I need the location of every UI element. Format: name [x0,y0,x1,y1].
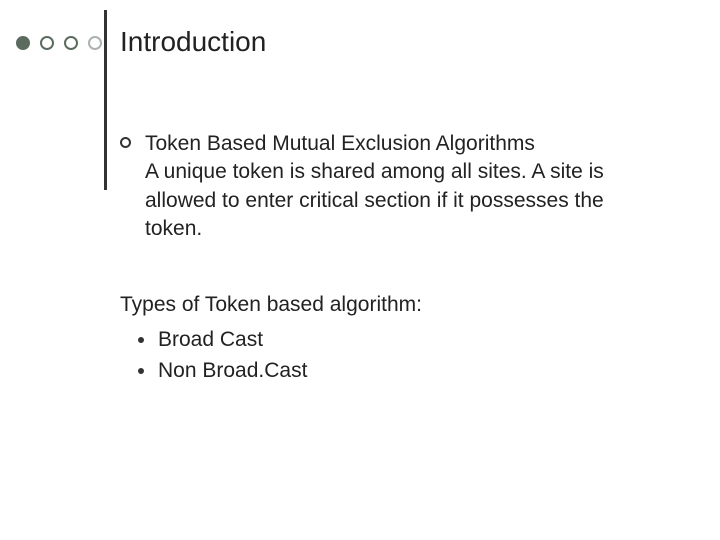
dot-icon [40,36,54,50]
bullet-item: Token Based Mutual Exclusion Algorithms … [120,130,660,243]
slide: Introduction Token Based Mutual Exclusio… [0,0,720,540]
decorative-dots [16,36,102,50]
bullet-text: Token Based Mutual Exclusion Algorithms … [145,130,660,243]
bullet-description: A unique token is shared among all sites… [145,158,660,243]
types-heading: Types of Token based algorithm: [120,291,660,319]
bullet-heading: Token Based Mutual Exclusion Algorithms [145,130,660,158]
slide-title: Introduction [120,26,266,58]
dot-bullet-icon [138,368,144,374]
vertical-divider [104,10,107,190]
slide-body: Token Based Mutual Exclusion Algorithms … [120,130,660,387]
types-list: Broad Cast Non Broad.Cast [138,324,660,387]
list-item-label: Broad Cast [158,324,263,356]
dot-icon [64,36,78,50]
dot-icon [88,36,102,50]
list-item: Non Broad.Cast [138,355,660,387]
list-item: Broad Cast [138,324,660,356]
dot-bullet-icon [138,337,144,343]
list-item-label: Non Broad.Cast [158,355,307,387]
dot-icon [16,36,30,50]
circle-bullet-icon [120,137,131,148]
